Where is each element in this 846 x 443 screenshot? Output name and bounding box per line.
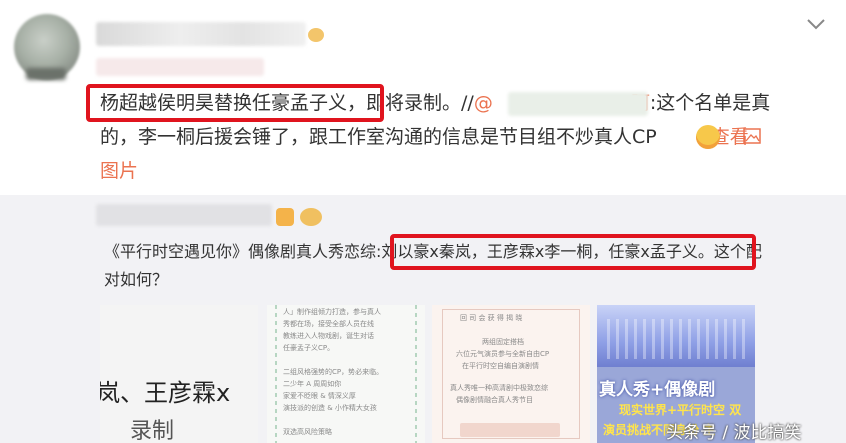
picture-icon[interactable] [743,128,761,144]
thumbnail-text: 岚、王彦霖x [100,379,231,407]
thumbnail-text: 偶像剧情融合真人秀节目 [456,396,533,404]
member-badge-icon [276,208,294,226]
thumbnail-title: 真人秀+偶像剧 [599,380,716,400]
thumbnail-text: 家爱不眨眼 & 情深义厚 [283,392,356,400]
laughing-emoji-icon [696,125,720,149]
view-image-link-continued[interactable]: 图片 [100,160,138,182]
thumbnail-text: 两组固定搭档 [482,338,524,346]
decorative-border [275,305,277,443]
repost-text-segment: 《平行时空遇见你》偶像剧真人秀恋综: [104,242,382,261]
thumbnail-pattern [607,319,747,359]
decorative-border [415,305,417,443]
chevron-down-icon[interactable] [804,14,828,34]
image-thumbnail-2[interactable]: 人」制作组倾力打造，参与真人 秀都在场，接受全部人员在线 教练进入人物戏剧，诞生… [267,305,425,443]
thumbnail-text: 真人秀唯一种高清剧中极致恋综 [450,384,548,392]
post-text-segment: 的，李一桐后援会锤了，跟工作室沟通的信息是节目组不炒真人CP [100,126,657,148]
repost-text-line-2: 对如何？ [104,270,169,289]
thumbnail-text: 二组风格强势的CP，势必来临。 [283,368,384,376]
thumbnail-text: 任豪孟子义CP。 [283,344,335,352]
mention-at[interactable]: @ [474,92,493,114]
thumbnail-text: 六位元气演员参与全新自由CP [456,350,550,358]
highlight-box [86,84,384,122]
thumbnail-text: 教练进入人物戏剧，诞生对话 [283,332,374,340]
watermark: 头条号 / 波比搞笑 [666,423,802,443]
highlight-box [390,234,756,270]
post-text-line-3: 图片 [100,154,138,188]
thumbnail-text: 人」制作组倾力打造，参与真人 [283,308,381,316]
vip-badge-icon [300,208,322,226]
decorative-bar [460,423,560,437]
thumbnail-text: 二少年 A 周周如你 [283,380,342,388]
post-meta-blurred [96,58,264,76]
user-badge-icon [308,28,324,42]
thumbnail-text: 在平行时空自编自演剧情 [462,362,539,370]
repost-username-blurred[interactable] [96,204,272,226]
image-thumbnail-3[interactable]: 回 司 会 获 得 揭 晓 两组固定搭档 六位元气演员参与全新自由CP 在平行时… [432,305,590,443]
username-blurred[interactable] [96,22,306,46]
thumbnail-text: 双选高风险策略 [283,428,332,436]
thumbnail-text: 回 司 会 获 得 揭 晓 [460,314,523,322]
post-text-line-2: 的，李一桐后援会锤了，跟工作室沟通的信息是节目组不炒真人CP 查看 [100,120,749,154]
thumbnail-text: 秀都在场，接受全部人员在线 [283,320,374,328]
decorative-frame [442,309,580,439]
image-thumbnail-1[interactable]: 岚、王彦霖x 录制 [100,305,258,443]
post-text-segment: :这个名单是真 [649,92,771,114]
thumbnail-text: 录制 [130,419,175,443]
thumbnail-text: 演技派的创造 & 小作精大女孩 [283,404,377,412]
avatar-caption-blur [26,68,66,80]
thumbnail-subtitle: 现实世界+平行时空 双 [619,403,742,417]
mention-username-blurred[interactable] [508,92,648,116]
